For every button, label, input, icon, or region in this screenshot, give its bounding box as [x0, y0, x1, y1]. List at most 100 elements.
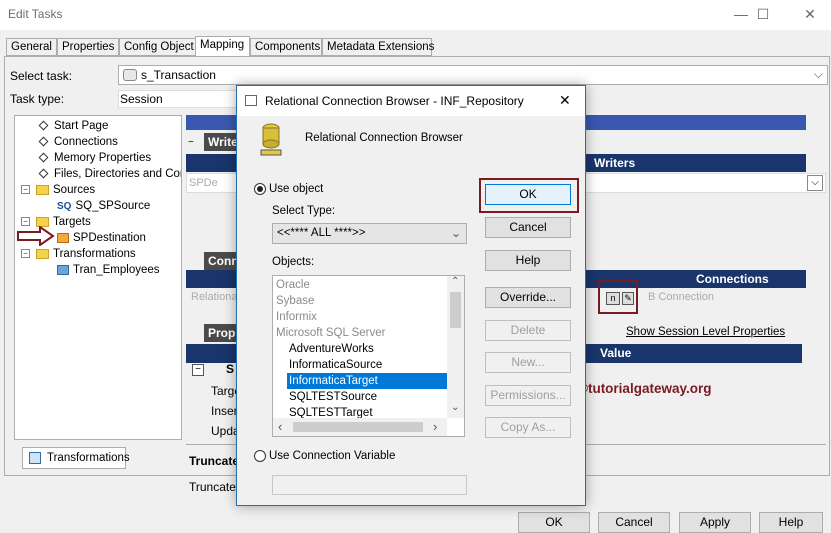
- chevron-down-icon: ⌵: [813, 67, 823, 81]
- tab-mapping[interactable]: Mapping: [195, 36, 250, 56]
- dialog-titlebar: Relational Connection Browser - INF_Repo…: [237, 86, 585, 116]
- use-connection-variable-radio[interactable]: [254, 450, 266, 462]
- truncate-label: Truncate: [189, 480, 236, 494]
- select-type-dropdown[interactable]: <<**** ALL ****>> ⌄: [272, 223, 467, 244]
- scroll-thumb[interactable]: [450, 292, 461, 328]
- dialog-permissions-button[interactable]: Permissions...: [485, 385, 571, 406]
- writers-header-label: Writers: [594, 156, 636, 170]
- folder-icon: [36, 184, 49, 195]
- tree-item-connections[interactable]: Connections: [37, 134, 118, 150]
- tree-item-sources[interactable]: − Sources: [21, 182, 95, 198]
- collapse-icon[interactable]: −: [21, 249, 30, 259]
- dialog-new-button[interactable]: New...: [485, 352, 571, 373]
- relational-label: Relational: [191, 291, 240, 303]
- list-item[interactable]: Microsoft SQL Server: [276, 325, 386, 341]
- tree-item-memory-properties[interactable]: Memory Properties: [37, 150, 151, 166]
- list-item-selected[interactable]: InformaticaTarget: [287, 373, 447, 389]
- node-icon: [38, 137, 49, 147]
- session-icon: [123, 69, 137, 81]
- close-icon[interactable]: ✕: [795, 4, 825, 24]
- writer-row-label: SPDe: [189, 177, 218, 189]
- list-item[interactable]: Oracle: [276, 277, 310, 293]
- annotation-arrow-icon: [17, 226, 55, 246]
- collapse-icon[interactable]: −: [21, 185, 30, 195]
- tab-properties[interactable]: Properties: [57, 38, 119, 56]
- tree-item-start-page[interactable]: Start Page: [37, 118, 108, 134]
- tab-metadata-extensions[interactable]: Metadata Extensions: [322, 38, 434, 56]
- edit-icon[interactable]: ✎: [622, 292, 634, 305]
- dialog-ok-button[interactable]: OK: [485, 184, 571, 205]
- use-object-label: Use object: [269, 183, 324, 195]
- select-task-value: s_Transaction: [141, 68, 216, 82]
- horizontal-scrollbar[interactable]: ‹ ›: [273, 418, 447, 436]
- show-session-level-properties-link[interactable]: Show Session Level Properties: [626, 326, 785, 338]
- transformation-icon: [57, 264, 69, 275]
- list-item[interactable]: Informix: [276, 309, 317, 325]
- connection-browse-icon[interactable]: n: [606, 292, 620, 305]
- collapse-icon[interactable]: −: [188, 137, 194, 148]
- use-object-radio[interactable]: [254, 183, 266, 195]
- dialog-title: Relational Connection Browser - INF_Repo…: [265, 94, 524, 108]
- tab-config-object[interactable]: Config Object: [119, 38, 197, 56]
- list-item[interactable]: InformaticaSource: [289, 357, 382, 373]
- tree-item-transformations[interactable]: − Transformations: [21, 246, 136, 262]
- select-type-value: <<**** ALL ****>>: [277, 227, 366, 239]
- transformations-icon: [29, 452, 41, 464]
- select-task-combo[interactable]: s_Transaction ⌵: [118, 65, 828, 85]
- list-item[interactable]: AdventureWorks: [289, 341, 374, 357]
- node-icon: [38, 169, 49, 179]
- list-item[interactable]: SQLTESTTarget: [289, 405, 373, 418]
- folder-icon: [36, 248, 49, 259]
- tree-item-files-directories[interactable]: Files, Directories and Commands: [37, 166, 181, 182]
- target-icon: [57, 232, 69, 243]
- tree-bottom-tab[interactable]: Transformations: [22, 447, 130, 469]
- connections-header-label: Connections: [696, 272, 769, 286]
- window-titlebar: Edit Tasks — ☐ ✕: [0, 0, 831, 30]
- scroll-left-icon[interactable]: ‹: [278, 419, 282, 434]
- horizontal-scroll-thumb[interactable]: [293, 422, 423, 432]
- properties-group-label: S: [226, 362, 235, 376]
- truncate-heading: Truncate: [189, 454, 240, 468]
- tree-item-spdestination[interactable]: SPDestination: [57, 230, 146, 246]
- objects-listbox[interactable]: Oracle Sybase Informix Microsoft SQL Ser…: [272, 275, 465, 437]
- dialog-cancel-button[interactable]: Cancel: [485, 217, 571, 238]
- scroll-right-icon[interactable]: ›: [433, 419, 437, 434]
- tree-bottom-tab-label: Transformations: [47, 452, 130, 464]
- tree-item-sq-spsource[interactable]: SQ SQ_SPSource: [57, 198, 150, 214]
- collapse-icon[interactable]: −: [192, 364, 204, 376]
- scroll-up-icon[interactable]: ⌃: [451, 276, 459, 287]
- value-header-label: Value: [600, 346, 632, 360]
- database-icon: [260, 123, 282, 156]
- navigator-tree: Start Page Connections Memory Properties…: [14, 115, 182, 440]
- dialog-copy-as-button[interactable]: Copy As...: [485, 417, 571, 438]
- use-connection-variable-label: Use Connection Variable: [269, 450, 396, 462]
- vertical-scrollbar[interactable]: ⌃ ⌄: [447, 276, 464, 418]
- watermark-text: ©tutorialgateway.org: [578, 381, 712, 396]
- connection-value: B Connection: [648, 291, 715, 303]
- tab-general[interactable]: General: [6, 38, 57, 56]
- dialog-override-button[interactable]: Override...: [485, 287, 571, 308]
- relational-connection-browser-dialog: Relational Connection Browser - INF_Repo…: [236, 85, 586, 506]
- chevron-down-icon: ⌄: [451, 226, 462, 240]
- task-type-label: Task type:: [10, 92, 65, 106]
- objects-label: Objects:: [272, 256, 315, 268]
- objects-list-viewport: Oracle Sybase Informix Microsoft SQL Ser…: [273, 276, 447, 418]
- maximize-icon[interactable]: ☐: [748, 4, 778, 24]
- dialog-app-icon: [245, 95, 257, 106]
- dialog-header-text: Relational Connection Browser: [305, 132, 463, 144]
- list-item[interactable]: SQLTESTSource: [289, 389, 377, 405]
- list-item[interactable]: Sybase: [276, 293, 314, 309]
- dialog-close-icon[interactable]: ✕: [559, 92, 571, 109]
- connection-variable-input[interactable]: [272, 475, 467, 495]
- tab-components[interactable]: Components: [250, 38, 322, 56]
- node-icon: [38, 121, 49, 131]
- tree-item-tran-employees[interactable]: Tran_Employees: [57, 262, 160, 278]
- source-qualifier-icon: SQ: [57, 201, 72, 212]
- chevron-down-icon[interactable]: ⌵: [807, 175, 823, 191]
- node-icon: [38, 153, 49, 163]
- radio-dot: [257, 186, 263, 192]
- dialog-help-button[interactable]: Help: [485, 250, 571, 271]
- task-type-field: Session: [118, 90, 238, 108]
- dialog-delete-button[interactable]: Delete: [485, 320, 571, 341]
- scroll-down-icon[interactable]: ⌄: [451, 402, 459, 413]
